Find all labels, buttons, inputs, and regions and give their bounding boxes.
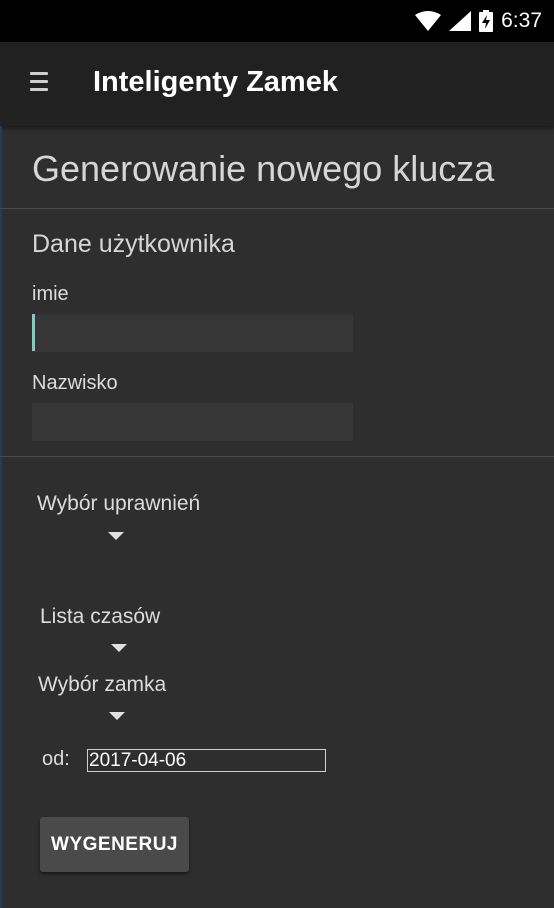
- app-bar: Inteligenty Zamek: [0, 42, 554, 126]
- cell-signal-icon: [449, 11, 472, 31]
- hamburger-menu-icon[interactable]: [30, 72, 48, 94]
- divider: [0, 208, 554, 209]
- status-bar: 6:37: [0, 0, 554, 42]
- times-dropdown-arrow-icon[interactable]: [111, 644, 127, 652]
- lock-dropdown-arrow-icon[interactable]: [109, 712, 125, 720]
- wifi-icon: [415, 11, 442, 31]
- app-title: Inteligenty Zamek: [93, 66, 338, 98]
- text-cursor: [32, 314, 35, 351]
- user-section-heading: Dane użytkownika: [32, 230, 235, 258]
- permissions-spinner-label: Wybór uprawnień: [37, 492, 201, 515]
- permissions-dropdown-arrow-icon[interactable]: [108, 532, 124, 540]
- page-title: Generowanie nowego klucza: [32, 148, 495, 189]
- generate-button[interactable]: WYGENERUJ: [40, 817, 189, 872]
- last-name-field[interactable]: [32, 403, 353, 441]
- lock-spinner-label: Wybór zamka: [38, 673, 167, 696]
- battery-charging-icon: [479, 10, 494, 32]
- divider: [0, 456, 554, 457]
- status-icons: 6:37: [415, 0, 542, 42]
- times-spinner-label: Lista czasów: [40, 605, 161, 628]
- date-from-label: od:: [42, 748, 70, 770]
- first-name-field[interactable]: [32, 314, 353, 352]
- date-from-field[interactable]: [87, 749, 326, 772]
- window-edge: [0, 126, 2, 908]
- last-name-label: Nazwisko: [32, 372, 118, 394]
- first-name-label: imie: [32, 283, 69, 305]
- status-time: 6:37: [501, 9, 542, 32]
